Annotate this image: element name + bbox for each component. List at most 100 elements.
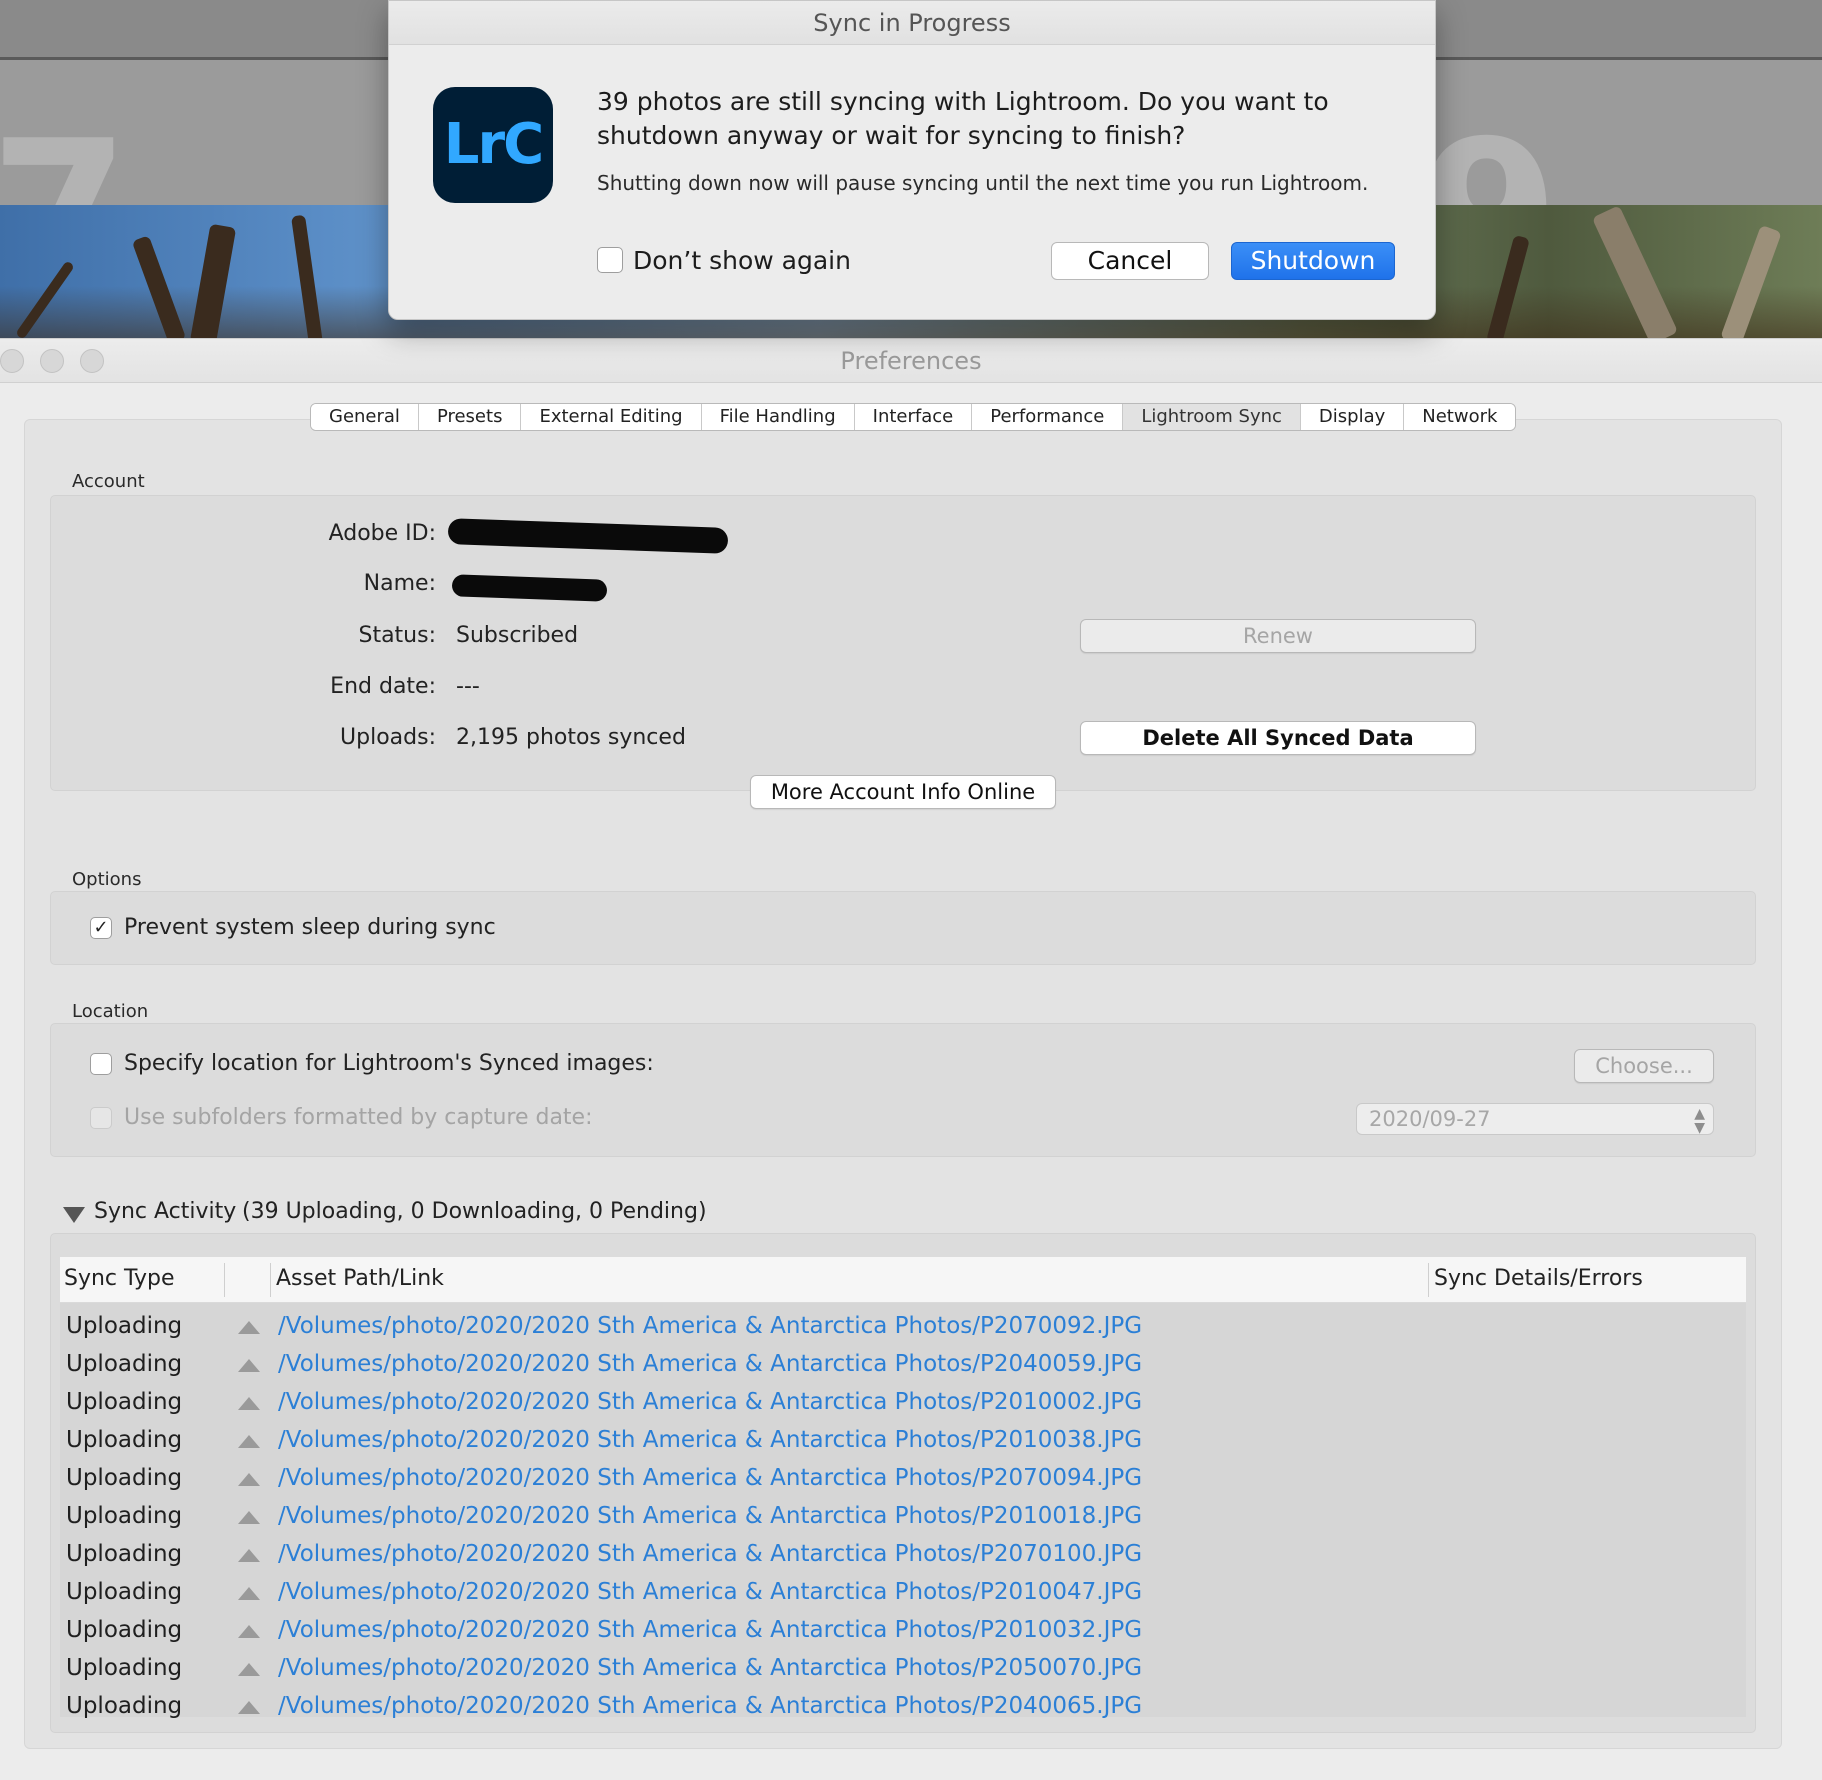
dialog-titlebar: Sync in Progress — [389, 1, 1435, 45]
cancel-button[interactable]: Cancel — [1051, 242, 1209, 280]
prevent-sleep-label: Prevent system sleep during sync — [124, 915, 496, 940]
select-arrows-icon: ▲ ▼ — [1694, 1106, 1705, 1136]
window-title: Preferences — [840, 347, 982, 375]
asset-path-link[interactable]: /Volumes/photo/2020/2020 Sth America & A… — [278, 1693, 1142, 1719]
uploads-label: Uploads: — [340, 725, 436, 750]
upload-arrow-icon — [238, 1625, 260, 1638]
table-row[interactable]: Uploading /Volumes/photo/2020/2020 Sth A… — [60, 1499, 1746, 1537]
asset-path-link[interactable]: /Volumes/photo/2020/2020 Sth America & A… — [278, 1465, 1142, 1491]
sync-in-progress-dialog: Sync in Progress LrC 39 photos are still… — [388, 0, 1436, 320]
options-section-label: Options — [72, 869, 142, 890]
asset-path-link[interactable]: /Volumes/photo/2020/2020 Sth America & A… — [278, 1503, 1142, 1529]
preferences-titlebar: Preferences — [0, 339, 1822, 383]
account-section-label: Account — [72, 471, 145, 492]
asset-path-link[interactable]: /Volumes/photo/2020/2020 Sth America & A… — [278, 1313, 1142, 1339]
choose-location-button[interactable]: Choose... — [1574, 1049, 1714, 1083]
tab-presets[interactable]: Presets — [418, 404, 522, 430]
sync-type-cell: Uploading — [66, 1427, 183, 1453]
location-group — [50, 1023, 1756, 1157]
status-label: Status: — [358, 623, 436, 648]
dont-show-again-checkbox[interactable] — [597, 247, 623, 273]
dialog-message: 39 photos are still syncing with Lightro… — [597, 87, 1329, 150]
table-row[interactable]: Uploading /Volumes/photo/2020/2020 Sth A… — [60, 1613, 1746, 1651]
end-date-value: --- — [456, 674, 480, 699]
subfolders-checkbox[interactable] — [90, 1107, 112, 1129]
sync-type-cell: Uploading — [66, 1313, 183, 1339]
tab-performance[interactable]: Performance — [972, 404, 1124, 430]
asset-path-link[interactable]: /Volumes/photo/2020/2020 Sth America & A… — [278, 1617, 1142, 1643]
table-row[interactable]: Uploading /Volumes/photo/2020/2020 Sth A… — [60, 1575, 1746, 1613]
adobe-id-label: Adobe ID: — [328, 521, 436, 546]
table-row[interactable]: Uploading /Volumes/photo/2020/2020 Sth A… — [60, 1385, 1746, 1423]
sync-activity-table: Sync Type Asset Path/Link Sync Details/E… — [60, 1257, 1746, 1719]
sync-type-cell: Uploading — [66, 1351, 183, 1377]
tab-interface[interactable]: Interface — [854, 404, 973, 430]
sync-type-cell: Uploading — [66, 1503, 183, 1529]
subfolders-label: Use subfolders formatted by capture date… — [124, 1105, 593, 1130]
delete-all-synced-data-button[interactable]: Delete All Synced Data — [1080, 721, 1476, 755]
dialog-submessage: Shutting down now will pause syncing unt… — [597, 171, 1369, 195]
asset-path-link[interactable]: /Volumes/photo/2020/2020 Sth America & A… — [278, 1541, 1142, 1567]
prevent-sleep-checkbox[interactable]: ✓ — [90, 917, 112, 939]
table-row[interactable]: Uploading /Volumes/photo/2020/2020 Sth A… — [60, 1689, 1746, 1727]
tab-file-handling[interactable]: File Handling — [701, 404, 855, 430]
upload-arrow-icon — [238, 1701, 260, 1714]
table-row[interactable]: Uploading /Volumes/photo/2020/2020 Sth A… — [60, 1309, 1746, 1347]
renew-button[interactable]: Renew — [1080, 619, 1476, 653]
sync-type-cell: Uploading — [66, 1655, 183, 1681]
disclosure-triangle-icon[interactable] — [63, 1207, 85, 1223]
end-date-label: End date: — [330, 674, 436, 699]
tab-general[interactable]: General — [311, 404, 419, 430]
sync-type-cell: Uploading — [66, 1465, 183, 1491]
table-row[interactable]: Uploading /Volumes/photo/2020/2020 Sth A… — [60, 1347, 1746, 1385]
tab-lightroom-sync[interactable]: Lightroom Sync — [1123, 404, 1301, 430]
dialog-title: Sync in Progress — [813, 9, 1011, 37]
tab-network[interactable]: Network — [1404, 404, 1516, 430]
asset-path-link[interactable]: /Volumes/photo/2020/2020 Sth America & A… — [278, 1579, 1142, 1605]
specify-location-checkbox[interactable] — [90, 1053, 112, 1075]
sync-activity-title: Sync Activity — [94, 1199, 237, 1224]
column-asset-path[interactable]: Asset Path/Link — [276, 1266, 444, 1291]
table-row[interactable]: Uploading /Volumes/photo/2020/2020 Sth A… — [60, 1537, 1746, 1575]
tab-external-editing[interactable]: External Editing — [521, 404, 702, 430]
upload-arrow-icon — [238, 1321, 260, 1334]
column-sync-type[interactable]: Sync Type — [64, 1266, 175, 1291]
sync-type-cell: Uploading — [66, 1693, 183, 1719]
sync-type-cell: Uploading — [66, 1579, 183, 1605]
specify-location-label: Specify location for Lightroom's Synced … — [124, 1051, 654, 1076]
asset-path-link[interactable]: /Volumes/photo/2020/2020 Sth America & A… — [278, 1655, 1142, 1681]
preferences-tabs: General Presets External Editing File Ha… — [310, 403, 1517, 431]
asset-path-link[interactable]: /Volumes/photo/2020/2020 Sth America & A… — [278, 1427, 1142, 1453]
tab-display[interactable]: Display — [1300, 404, 1405, 430]
sync-activity-counts: (39 Uploading, 0 Downloading, 0 Pending) — [242, 1199, 707, 1224]
uploads-value: 2,195 photos synced — [456, 725, 686, 750]
sync-type-cell: Uploading — [66, 1389, 183, 1415]
table-header: Sync Type Asset Path/Link Sync Details/E… — [60, 1257, 1746, 1303]
date-format-select[interactable]: 2020/09-27 ▲ ▼ — [1356, 1103, 1714, 1135]
table-row[interactable]: Uploading /Volumes/photo/2020/2020 Sth A… — [60, 1423, 1746, 1461]
date-format-value: 2020/09-27 — [1369, 1107, 1491, 1131]
sync-type-cell: Uploading — [66, 1541, 183, 1567]
upload-arrow-icon — [238, 1511, 260, 1524]
status-value: Subscribed — [456, 623, 579, 648]
upload-arrow-icon — [238, 1435, 260, 1448]
asset-path-link[interactable]: /Volumes/photo/2020/2020 Sth America & A… — [278, 1389, 1142, 1415]
dont-show-again-label: Don’t show again — [633, 246, 851, 275]
sync-type-cell: Uploading — [66, 1617, 183, 1643]
shutdown-button[interactable]: Shutdown — [1231, 242, 1395, 280]
location-section-label: Location — [72, 1001, 149, 1022]
lightroom-classic-app-icon: LrC — [433, 87, 553, 203]
name-label: Name: — [363, 571, 436, 596]
upload-arrow-icon — [238, 1587, 260, 1600]
table-row[interactable]: Uploading /Volumes/photo/2020/2020 Sth A… — [60, 1461, 1746, 1499]
upload-arrow-icon — [238, 1549, 260, 1562]
upload-arrow-icon — [238, 1397, 260, 1410]
asset-path-link[interactable]: /Volumes/photo/2020/2020 Sth America & A… — [278, 1351, 1142, 1377]
upload-arrow-icon — [238, 1473, 260, 1486]
upload-arrow-icon — [238, 1663, 260, 1676]
upload-arrow-icon — [238, 1359, 260, 1372]
more-account-info-button[interactable]: More Account Info Online — [750, 775, 1056, 809]
table-row[interactable]: Uploading /Volumes/photo/2020/2020 Sth A… — [60, 1651, 1746, 1689]
column-sync-details[interactable]: Sync Details/Errors — [1434, 1266, 1643, 1291]
preferences-window: Preferences General Presets External Edi… — [0, 338, 1822, 1780]
